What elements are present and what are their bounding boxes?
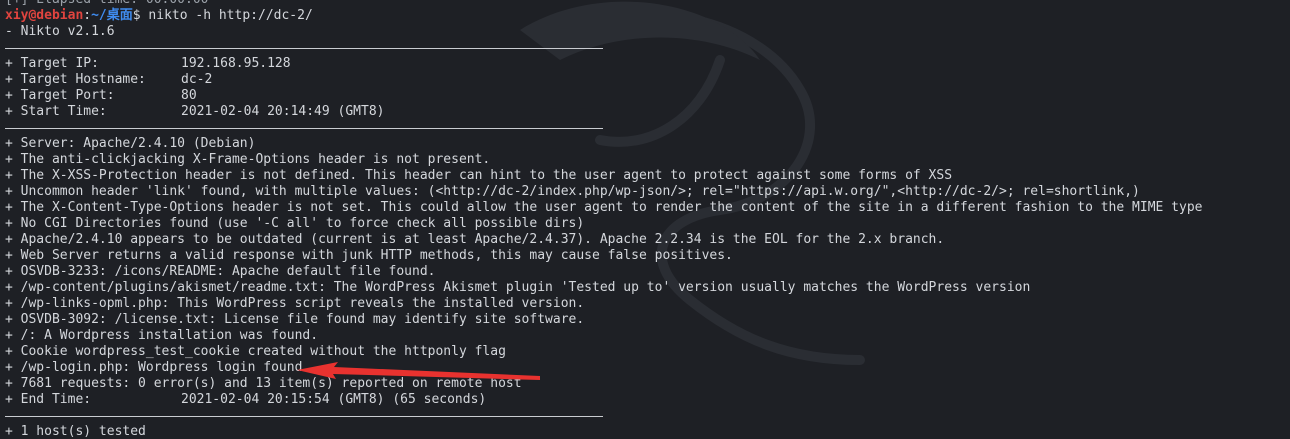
- target-port-line: + Target Port: 80: [5, 88, 1285, 104]
- end-time-label: + End Time:: [5, 392, 92, 407]
- finding-line: + Server: Apache/2.4.10 (Debian): [5, 136, 256, 151]
- separator-line: [5, 40, 1285, 56]
- target-hostname-line: + Target Hostname: dc-2: [5, 72, 1285, 88]
- target-ip-line: + Target IP: 192.168.95.128: [5, 56, 1285, 72]
- previous-output-line: [+] Elapsed time: 00:00:00: [5, 0, 1285, 8]
- finding-line: + Web Server returns a valid response wi…: [5, 248, 733, 263]
- finding-line: + No CGI Directories found (use '-C all'…: [5, 216, 585, 231]
- separator-line: [5, 120, 1285, 136]
- end-time-line: + End Time: 2021-02-04 20:15:54 (GMT8) (6…: [5, 392, 1285, 408]
- target-hostname-value: dc-2: [181, 72, 213, 87]
- end-time-value: 2021-02-04 20:15:54 (GMT8) (65 seconds): [181, 392, 487, 407]
- finding-line: + The X-Content-Type-Options header is n…: [5, 200, 1203, 215]
- start-time-line: + Start Time: 2021-02-04 20:14:49 (GMT8): [5, 104, 1285, 120]
- terminal-window[interactable]: [+] Elapsed time: 00:00:00 xiy@debian:~/…: [0, 0, 1290, 439]
- target-ip-label: + Target IP:: [5, 56, 99, 71]
- finding-line: + Apache/2.4.10 appears to be outdated (…: [5, 232, 945, 247]
- target-port-value: 80: [181, 88, 197, 103]
- requests-summary-line: + 7681 requests: 0 error(s) and 13 item(…: [5, 376, 522, 391]
- command-prompt-line: xiy@debian: ~/桌面 $ nikto -h http://dc-2/: [5, 8, 1285, 24]
- wp-login-finding-line: + /wp-login.php: Wordpress login found: [5, 360, 303, 375]
- finding-line: + Uncommon header 'link' found, with mul…: [5, 184, 1140, 199]
- command-text: nikto -h http://dc-2/: [140, 8, 313, 23]
- finding-line: + /wp-content/plugins/akismet/readme.txt…: [5, 280, 1031, 295]
- prompt-path: ~/桌面: [91, 8, 133, 23]
- prompt-user-host: xiy@debian: [5, 8, 84, 23]
- start-time-label: + Start Time:: [5, 104, 107, 119]
- finding-line: + /wp-links-opml.php: This WordPress scr…: [5, 296, 585, 311]
- finding-line: + OSVDB-3233: /icons/README: Apache defa…: [5, 264, 436, 279]
- finding-line: + The anti-clickjacking X-Frame-Options …: [5, 152, 491, 167]
- hosts-tested-line: + 1 host(s) tested: [5, 424, 146, 439]
- start-time-value: 2021-02-04 20:14:49 (GMT8): [181, 104, 385, 119]
- finding-line: + /: A Wordpress installation was found.: [5, 328, 319, 343]
- terminal-output: [+] Elapsed time: 00:00:00 xiy@debian:~/…: [5, 0, 1285, 439]
- finding-line: + The X-XSS-Protection header is not def…: [5, 168, 953, 183]
- finding-line: + Cookie wordpress_test_cookie created w…: [5, 344, 506, 359]
- target-hostname-label: + Target Hostname:: [5, 72, 146, 87]
- prompt-dollar: $: [132, 8, 141, 23]
- target-ip-value: 192.168.95.128: [181, 56, 291, 71]
- target-port-label: + Target Port:: [5, 88, 115, 103]
- finding-line: + OSVDB-3092: /license.txt: License file…: [5, 312, 585, 327]
- version-line: - Nikto v2.1.6: [5, 24, 115, 39]
- separator-line: [5, 408, 1285, 424]
- prompt-colon: :: [83, 8, 92, 23]
